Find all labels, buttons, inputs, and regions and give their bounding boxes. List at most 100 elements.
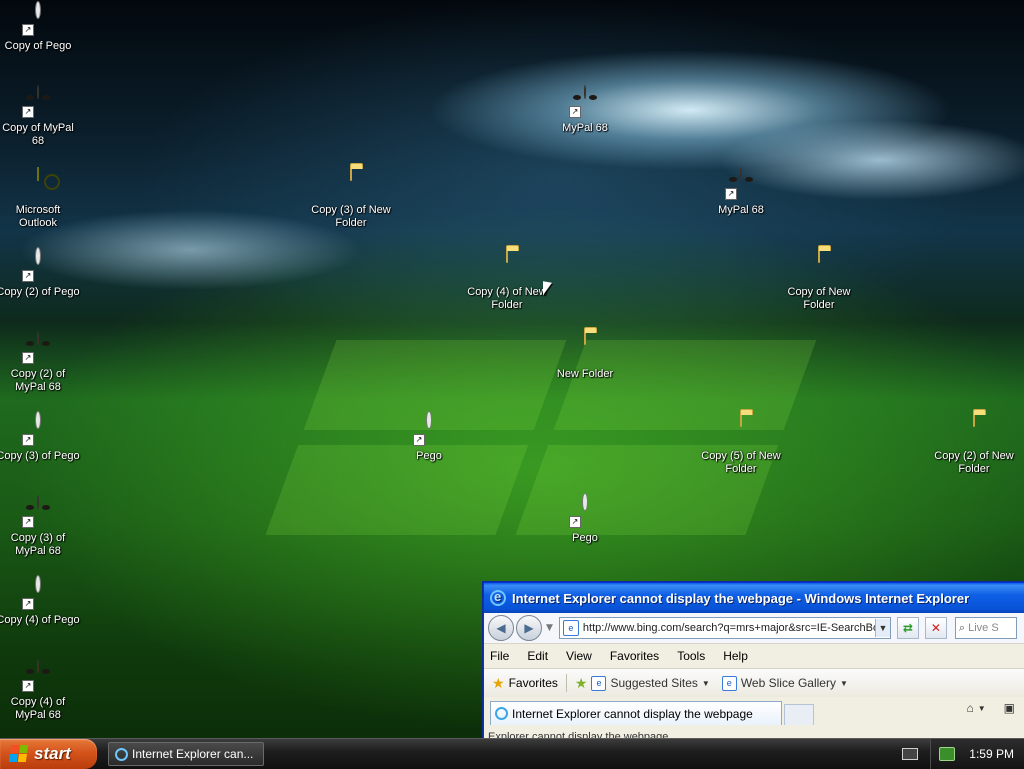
web-slice-icon: e: [721, 675, 737, 691]
ie-title-bar[interactable]: Internet Explorer cannot display the web…: [484, 583, 1024, 613]
desktop-icon-label: Copy (5) of New Folder: [701, 450, 781, 475]
desktop-icon-mypal-68-2[interactable]: ↗ MyPal 68: [699, 167, 783, 217]
folder-icon: [335, 167, 367, 200]
menu-tools[interactable]: Tools: [677, 649, 705, 663]
new-tab-button[interactable]: [784, 704, 814, 725]
menu-file[interactable]: File: [490, 649, 509, 663]
address-dropdown-icon[interactable]: ▼: [874, 619, 890, 637]
home-icon[interactable]: ⌂: [966, 701, 973, 715]
desktop-icon-label: Copy (3) of Pego: [0, 450, 80, 462]
desktop-icon-label: MyPal 68: [718, 204, 764, 216]
taskbar-item-label: Internet Explorer can...: [132, 747, 254, 761]
desktop-icon-label: Copy of Pego: [4, 40, 72, 52]
desktop-icon-pego[interactable]: ↗ Pego: [387, 412, 471, 463]
toolbar-separator: [565, 674, 567, 692]
desktop-icon-copy-of-mypal-68[interactable]: ↗ Copy of MyPal 68: [0, 85, 80, 148]
pego-icon: ↗: [569, 494, 601, 528]
desktop-icon-label: Copy (2) of Pego: [0, 286, 80, 298]
desktop-icon-label: Pego: [416, 450, 442, 462]
desktop-icon-copy-4-of-pego[interactable]: ↗ Copy (4) of Pego: [0, 576, 80, 627]
desktop-icon-copy-2-of-new-folder[interactable]: Copy (2) of New Folder: [932, 413, 1016, 476]
desktop-icon-copy-5-of-new-folder[interactable]: Copy (5) of New Folder: [699, 413, 783, 476]
desktop-icon-label: MyPal 68: [562, 122, 608, 134]
tab-current[interactable]: Internet Explorer cannot display the web…: [490, 701, 782, 725]
desktop-icon-label: Copy (4) of New Folder: [467, 286, 547, 311]
desktop-icon-label: Microsoft Outlook: [15, 204, 61, 229]
folder-icon: [569, 331, 601, 364]
search-input[interactable]: ⌕ Live S: [954, 617, 1017, 639]
desktop-icon-copy-4-of-mypal-68[interactable]: ↗ Copy (4) of MyPal 68: [0, 659, 80, 722]
history-dropdown-icon[interactable]: ▼: [546, 623, 553, 633]
folder-icon: [491, 249, 523, 282]
windows-flag-icon: [8, 745, 30, 763]
desktop-icon-mypal-68[interactable]: ↗ MyPal 68: [543, 85, 627, 135]
search-icon: ⌕: [958, 621, 966, 634]
ie-window[interactable]: Internet Explorer cannot display the web…: [483, 582, 1024, 740]
web-slice-gallery-button[interactable]: Web Slice Gallery: [741, 676, 836, 690]
desktop-icon-copy-3-of-mypal-68[interactable]: ↗ Copy (3) of MyPal 68: [0, 495, 80, 558]
chevron-down-icon[interactable]: ▼: [978, 704, 986, 713]
address-url[interactable]: http://www.bing.com/search?q=mrs+major&s…: [583, 622, 875, 634]
desktop-icon-label: Copy (2) of MyPal 68: [10, 368, 66, 393]
address-toolbar: ◀ ▶ ▼ e http://www.bing.com/search?q=mrs…: [484, 613, 1024, 643]
menu-favorites[interactable]: Favorites: [610, 649, 659, 663]
mouse-cursor: [543, 281, 552, 297]
mypal-icon: ↗: [22, 495, 54, 528]
desktop-icon-copy-2-of-mypal-68[interactable]: ↗ Copy (2) of MyPal 68: [0, 331, 80, 394]
chevron-down-icon[interactable]: ▼: [702, 679, 710, 688]
desktop-icon-label: Pego: [572, 532, 598, 544]
mypal-icon: ↗: [569, 85, 601, 118]
outlook-icon: [22, 167, 54, 200]
feeds-icon[interactable]: ▣: [1004, 701, 1015, 715]
pego-icon: ↗: [22, 2, 54, 36]
desktop-icon-label: New Folder: [556, 368, 614, 380]
pego-icon: ↗: [22, 248, 54, 282]
menu-help[interactable]: Help: [723, 649, 748, 663]
desktop-icon-label: Copy (4) of Pego: [0, 614, 80, 626]
back-button[interactable]: ◀: [488, 615, 514, 641]
pego-icon: ↗: [413, 412, 445, 446]
add-favorite-icon[interactable]: ★: [575, 675, 588, 692]
ie-window-title: Internet Explorer cannot display the web…: [512, 590, 970, 606]
refresh-button[interactable]: ⇄: [896, 617, 919, 639]
desktop-icon-copy-3-of-new-folder[interactable]: Copy (3) of New Folder: [309, 167, 393, 230]
suggested-sites-button[interactable]: Suggested Sites: [610, 676, 697, 690]
system-tray: 1:59 PM: [930, 739, 1024, 769]
start-button[interactable]: start: [0, 739, 97, 769]
start-label: start: [34, 744, 71, 763]
desktop-icon-label: Copy (4) of MyPal 68: [10, 696, 66, 721]
mypal-icon: ↗: [725, 167, 757, 200]
address-bar[interactable]: e http://www.bing.com/search?q=mrs+major…: [558, 617, 891, 639]
favorites-bar: ★ Favorites ★ e Suggested Sites ▼ e Web …: [484, 668, 1024, 697]
ie-logo-icon: [490, 589, 506, 606]
desktop-icon-copy-3-of-pego[interactable]: ↗ Copy (3) of Pego: [0, 412, 80, 463]
desktop-icon-copy-4-of-new-folder[interactable]: Copy (4) of New Folder: [465, 249, 549, 312]
desktop-icon-copy-of-pego[interactable]: ↗ Copy of Pego: [0, 2, 80, 53]
favorites-star-icon: ★: [492, 674, 505, 691]
forward-button[interactable]: ▶: [516, 615, 542, 641]
suggested-sites-icon: e: [591, 675, 607, 691]
mypal-icon: ↗: [22, 85, 54, 118]
desktop-icon-label: Copy of MyPal 68: [2, 122, 74, 147]
clock[interactable]: 1:59 PM: [969, 747, 1014, 761]
menu-edit[interactable]: Edit: [527, 649, 548, 663]
folder-icon: [725, 413, 757, 446]
search-placeholder: Live S: [968, 622, 999, 634]
taskbar: start Internet Explorer can... 1:59 PM: [0, 738, 1024, 769]
menu-view[interactable]: View: [566, 649, 592, 663]
mypal-icon: ↗: [22, 659, 54, 692]
loading-icon: [495, 707, 508, 720]
stop-button[interactable]: ✕: [924, 617, 947, 639]
favorites-button[interactable]: Favorites: [509, 676, 558, 690]
desktop-icon-new-folder[interactable]: New Folder: [543, 331, 627, 381]
desktop-icon-copy-2-of-pego[interactable]: ↗ Copy (2) of Pego: [0, 248, 80, 299]
network-icon[interactable]: [939, 747, 956, 761]
desktop-icon-copy-of-new-folder[interactable]: Copy of New Folder: [777, 249, 861, 312]
desktop-icon-microsoft-outlook[interactable]: Microsoft Outlook: [0, 167, 80, 230]
chevron-down-icon[interactable]: ▼: [840, 679, 848, 688]
menu-bar: File Edit View Favorites Tools Help: [484, 643, 1024, 668]
desktop-icon-pego-2[interactable]: ↗ Pego: [543, 494, 627, 545]
keyboard-icon[interactable]: [902, 748, 918, 760]
taskbar-item-internet-explorer[interactable]: Internet Explorer can...: [108, 742, 264, 766]
pego-icon: ↗: [22, 412, 54, 446]
